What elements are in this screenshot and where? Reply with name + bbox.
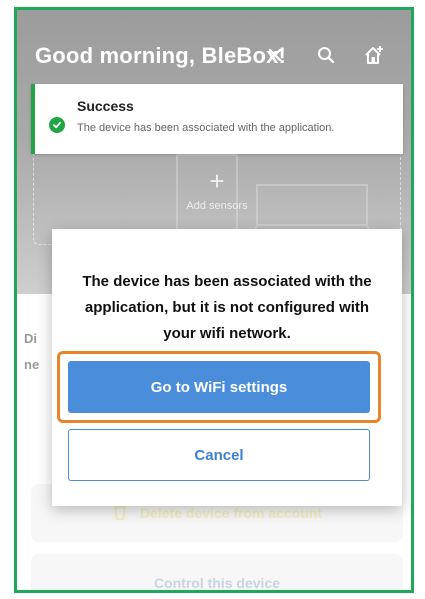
app-frame: Good morning, BleBox! + Add sensors Succ…	[14, 7, 414, 593]
cancel-button[interactable]: Cancel	[68, 429, 370, 481]
dialog-message: The device has been associated with the …	[82, 273, 372, 342]
wifi-dialog: The device has been associated with the …	[52, 229, 402, 506]
go-to-wifi-settings-button[interactable]: Go to WiFi settings	[68, 361, 370, 413]
